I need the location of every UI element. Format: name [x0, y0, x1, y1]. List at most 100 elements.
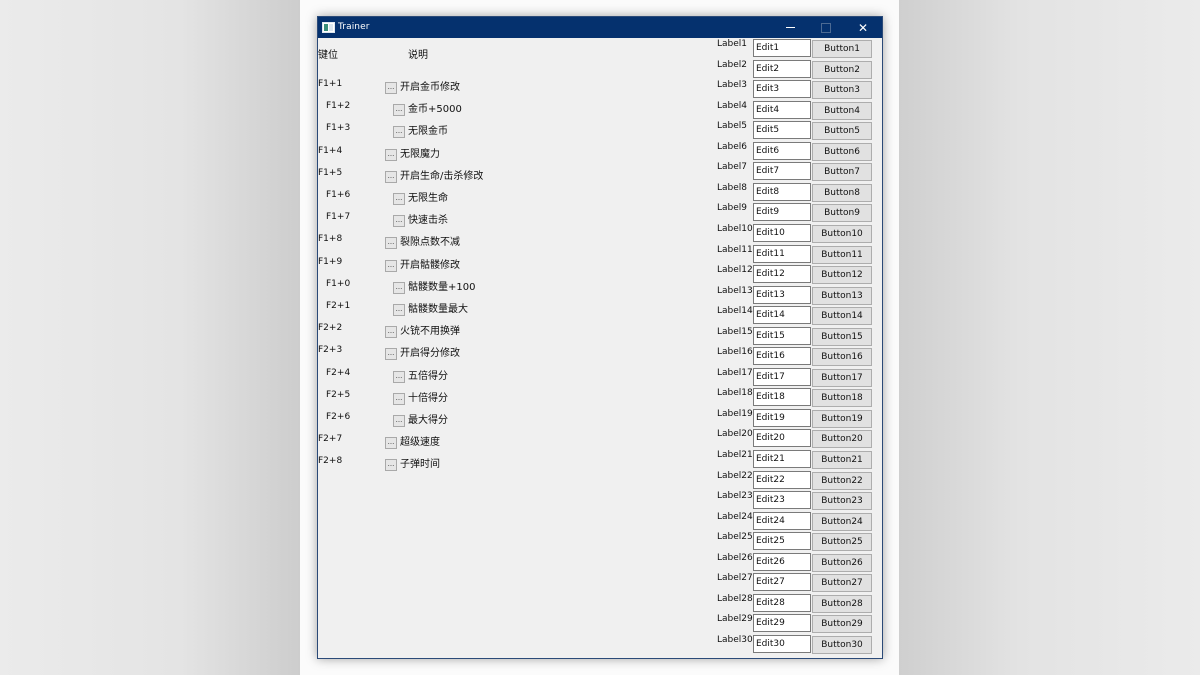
field-edit[interactable]: Edit17: [753, 367, 811, 386]
hotkey-checkbox[interactable]: ...: [385, 82, 397, 94]
field-button[interactable]: Button6: [812, 142, 872, 161]
field-button[interactable]: Button18: [812, 389, 872, 408]
field-edit[interactable]: Edit4: [753, 100, 811, 119]
hotkey-checkbox[interactable]: ...: [393, 304, 405, 316]
field-button[interactable]: Button29: [812, 615, 872, 634]
field-edit[interactable]: Edit3: [753, 80, 811, 99]
hotkey-checkbox[interactable]: ...: [393, 281, 405, 294]
field-label: Label15: [717, 326, 753, 337]
field-edit[interactable]: Edit21: [753, 450, 811, 468]
field-edit[interactable]: Edit9: [753, 203, 811, 222]
field-edit[interactable]: Edit1: [753, 39, 811, 57]
field-button[interactable]: Button10: [812, 224, 872, 243]
field-edit[interactable]: Edit30: [753, 634, 811, 653]
field-edit[interactable]: Edit27: [753, 573, 811, 592]
field-label: Label27: [717, 573, 753, 584]
field-button[interactable]: Button26: [812, 553, 872, 572]
field-button[interactable]: Button20: [812, 430, 872, 449]
hotkey-checkbox[interactable]: ...: [393, 415, 405, 427]
field-edit[interactable]: Edit6: [753, 141, 811, 160]
hotkey-key: F1+1: [318, 79, 343, 89]
field-button[interactable]: Button13: [812, 286, 872, 305]
field-label: Label28: [717, 593, 753, 604]
field-label: Label3: [717, 80, 748, 91]
hotkey-checkbox[interactable]: ...: [385, 348, 397, 361]
field-button[interactable]: Button5: [812, 122, 872, 141]
hotkey-checkbox[interactable]: ...: [393, 370, 405, 383]
field-button[interactable]: Button4: [812, 101, 872, 120]
hotkey-key: F1+2: [326, 101, 351, 112]
field-edit[interactable]: Edit15: [753, 326, 811, 345]
field-edit[interactable]: Edit25: [753, 532, 811, 551]
field-button[interactable]: Button8: [812, 183, 872, 202]
field-button[interactable]: Button19: [812, 409, 872, 428]
field-edit[interactable]: Edit19: [753, 408, 811, 427]
field-edit[interactable]: Edit2: [753, 59, 811, 78]
hotkey-checkbox[interactable]: ...: [385, 326, 397, 339]
hotkey-checkbox[interactable]: ...: [393, 392, 405, 405]
hotkey-checkbox[interactable]: ...: [385, 437, 397, 450]
field-button[interactable]: Button16: [812, 348, 872, 367]
field-label: Label4: [717, 100, 748, 111]
hotkey-key: F1+5: [318, 167, 343, 178]
field-button[interactable]: Button2: [812, 60, 872, 79]
field-edit[interactable]: Edit10: [753, 223, 811, 242]
field-button[interactable]: Button15: [812, 327, 872, 346]
hotkey-checkbox[interactable]: ...: [393, 126, 405, 139]
field-button[interactable]: Button21: [812, 451, 872, 469]
field-label: Label1: [717, 39, 748, 49]
hotkey-checkbox[interactable]: ...: [385, 170, 397, 183]
field-edit[interactable]: Edit22: [753, 470, 811, 489]
key-column-header: 键位: [318, 50, 338, 61]
close-button[interactable]: ✕: [845, 17, 881, 38]
field-button[interactable]: Button17: [812, 368, 872, 387]
field-edit[interactable]: Edit11: [753, 244, 811, 263]
hotkey-checkbox[interactable]: ...: [385, 259, 397, 272]
field-edit[interactable]: Edit16: [753, 347, 811, 366]
field-label: Label9: [717, 203, 748, 214]
field-button[interactable]: Button11: [812, 245, 872, 264]
description-column-header: 说明: [408, 50, 428, 61]
field-label: Label26: [717, 552, 753, 563]
field-button[interactable]: Button30: [812, 635, 872, 654]
field-button[interactable]: Button14: [812, 307, 872, 326]
hotkey-checkbox[interactable]: ...: [385, 237, 397, 250]
hotkey-checkbox[interactable]: ...: [393, 193, 405, 205]
field-button[interactable]: Button24: [812, 512, 872, 531]
field-edit[interactable]: Edit29: [753, 614, 811, 633]
field-edit[interactable]: Edit26: [753, 552, 811, 571]
hotkey-checkbox[interactable]: ...: [393, 104, 405, 117]
field-button[interactable]: Button25: [812, 533, 872, 552]
field-edit[interactable]: Edit12: [753, 265, 811, 284]
field-button[interactable]: Button28: [812, 594, 872, 613]
field-button[interactable]: Button1: [812, 40, 872, 58]
hotkey-key: F2+8: [318, 456, 343, 467]
field-edit[interactable]: Edit14: [753, 306, 811, 325]
field-button[interactable]: Button7: [812, 163, 872, 182]
minimize-icon: [785, 27, 795, 28]
field-edit[interactable]: Edit8: [753, 182, 811, 201]
field-edit[interactable]: Edit28: [753, 593, 811, 612]
field-button[interactable]: Button23: [812, 492, 872, 511]
hotkey-checkbox[interactable]: ...: [385, 148, 397, 161]
field-edit[interactable]: Edit13: [753, 285, 811, 304]
field-edit[interactable]: Edit20: [753, 429, 811, 448]
field-button[interactable]: Button27: [812, 574, 872, 593]
hotkey-description: 裂隙点数不减: [400, 237, 460, 249]
hotkey-checkbox[interactable]: ...: [393, 215, 405, 228]
field-button[interactable]: Button12: [812, 266, 872, 285]
field-label: Label23: [717, 491, 753, 502]
field-edit[interactable]: Edit5: [753, 121, 811, 140]
field-edit[interactable]: Edit18: [753, 388, 811, 407]
minimize-button[interactable]: [772, 17, 808, 38]
hotkey-checkbox[interactable]: ...: [385, 459, 397, 472]
field-button[interactable]: Button9: [812, 204, 872, 223]
field-button[interactable]: Button3: [812, 81, 872, 100]
field-label: Label24: [717, 511, 753, 522]
field-button[interactable]: Button22: [812, 471, 872, 490]
field-edit[interactable]: Edit24: [753, 511, 811, 530]
field-edit[interactable]: Edit23: [753, 491, 811, 510]
field-edit[interactable]: Edit7: [753, 162, 811, 181]
field-label: Label19: [717, 408, 753, 419]
title-bar[interactable]: Trainer ✕: [318, 17, 882, 38]
